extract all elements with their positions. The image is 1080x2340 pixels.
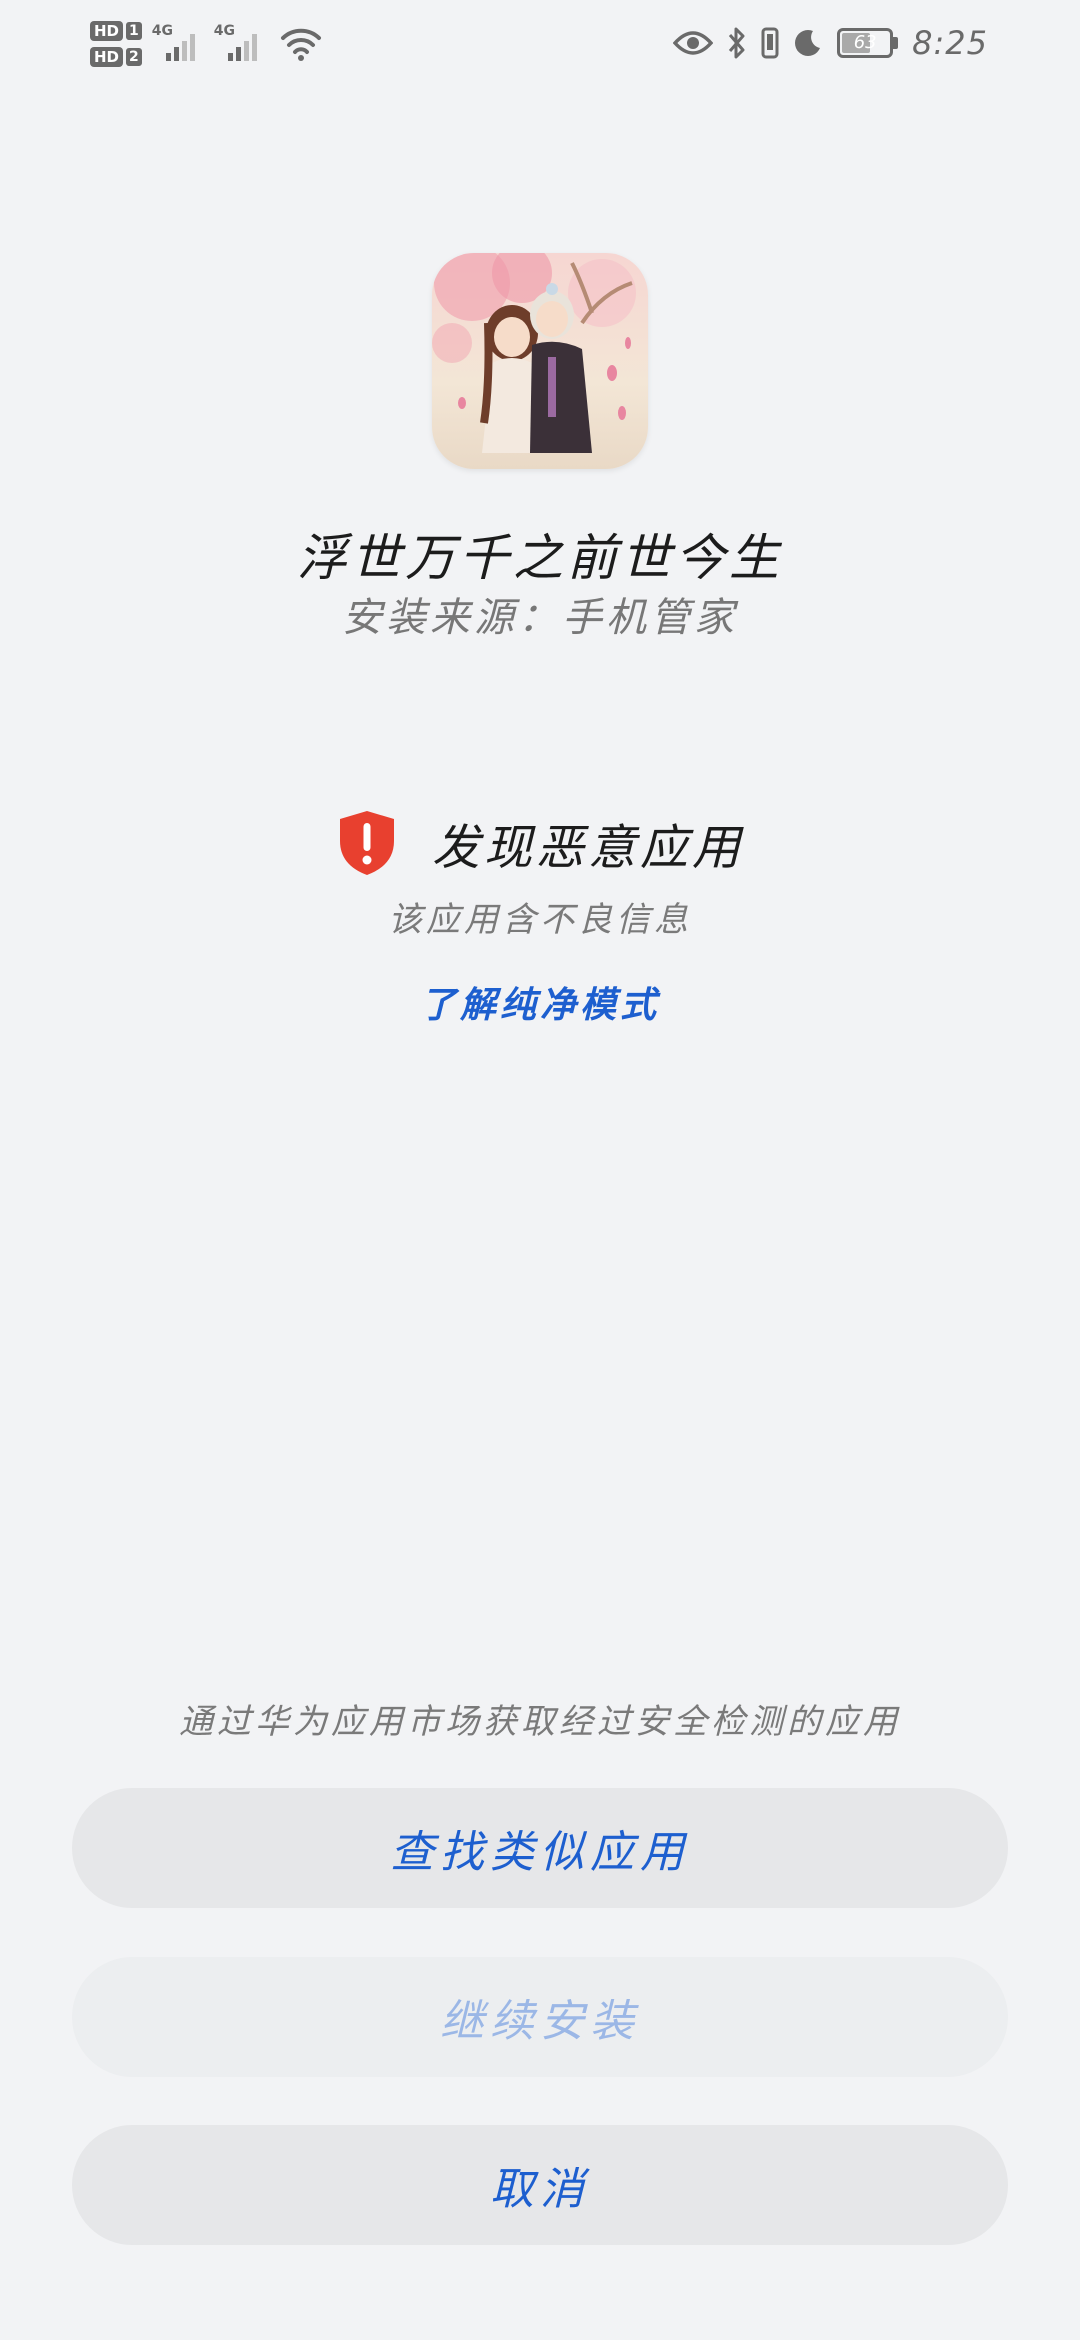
app-name: 浮世万千之前世今生 (297, 529, 783, 587)
shield-alert-icon (339, 811, 394, 875)
learn-pure-mode-link[interactable]: 了解纯净模式 (0, 976, 1080, 1028)
battery-icon: 63 (837, 28, 894, 58)
moon-icon (795, 30, 821, 56)
install-source: 安装来源：手机管家 (342, 595, 738, 641)
sim-index: 1 (126, 22, 142, 40)
wifi-icon (280, 28, 321, 61)
status-bar-left: HD 1 HD 2 4G 4G (90, 14, 322, 74)
signal-icon: 4G (152, 23, 204, 65)
warning-header: 发现恶意应用 (0, 808, 1080, 878)
eye-comfort-icon (673, 31, 714, 55)
sim2-hd: HD 2 (90, 47, 142, 67)
status-bar: HD 1 HD 2 4G 4G 63 8:25 (0, 0, 1080, 90)
status-bar-right: 63 8:25 (673, 18, 988, 68)
cancel-button[interactable]: 取消 (72, 2125, 1008, 2245)
app-market-note: 通过华为应用市场获取经过安全检测的应用 (179, 1702, 901, 1742)
clock: 8:25 (912, 24, 988, 62)
warning-description: 该应用含不良信息 (388, 900, 692, 940)
signal-icon: 4G (214, 23, 266, 65)
find-similar-apps-button[interactable]: 查找类似应用 (72, 1788, 1008, 1908)
battery-level: 63 (853, 32, 877, 53)
find-similar-apps-label: 查找类似应用 (390, 1827, 690, 1878)
hd-indicators: HD 1 HD 2 (90, 21, 142, 67)
sim1-hd: HD 1 (90, 21, 142, 41)
vibrate-icon (761, 27, 779, 59)
app-icon (432, 253, 648, 469)
warning-title: 发现恶意应用 (431, 820, 744, 876)
bluetooth-icon (729, 27, 745, 59)
battery-tip (893, 37, 899, 49)
hd-badge: HD (90, 47, 124, 67)
sim-index: 2 (126, 48, 142, 66)
continue-install-button[interactable]: 继续安装 (72, 1957, 1008, 2077)
continue-install-label: 继续安装 (440, 1996, 640, 2047)
cancel-label: 取消 (490, 2164, 590, 2215)
hd-badge: HD (90, 21, 124, 41)
install-warning-screen: HD 1 HD 2 4G 4G 63 8:25 浮世万千之前世今生 安装来源：手… (0, 0, 1080, 2340)
